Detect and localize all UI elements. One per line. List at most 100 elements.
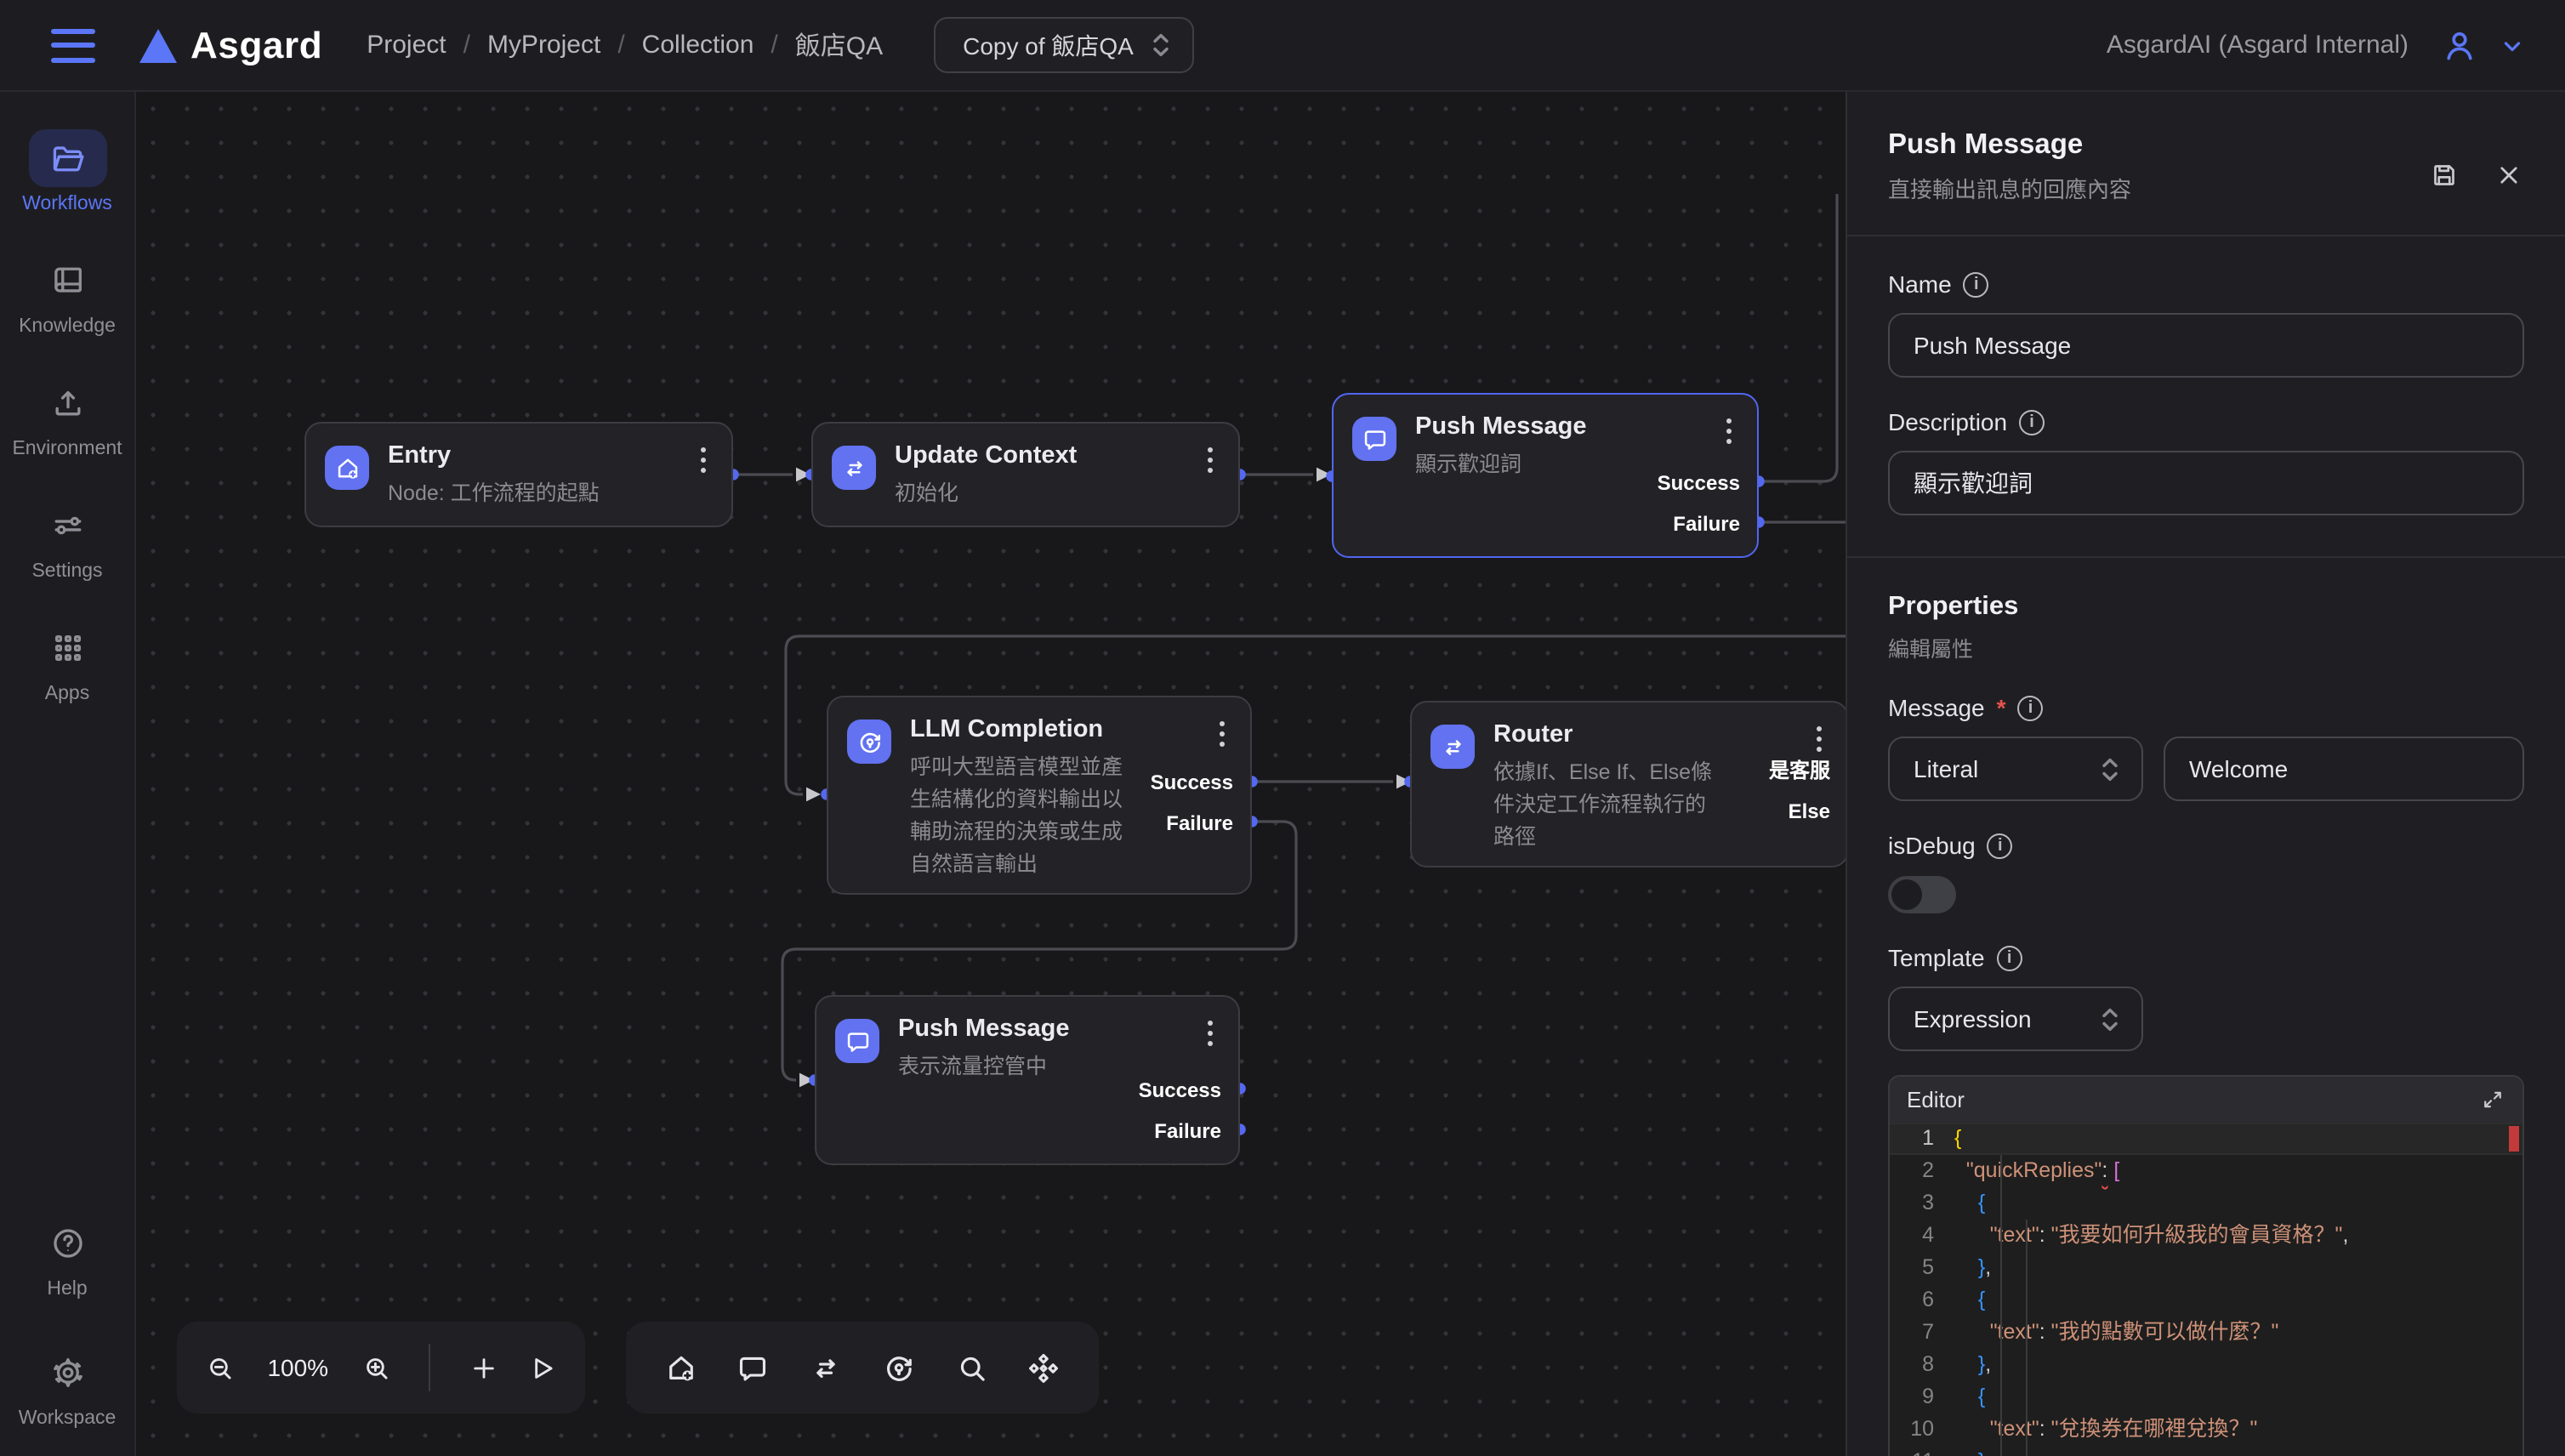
- node-ports: SuccessFailure: [1658, 463, 1740, 544]
- message-value-field[interactable]: Welcome: [2164, 737, 2524, 801]
- line-number: 6: [1890, 1284, 1954, 1317]
- editor-label: Editor: [1907, 1087, 1965, 1112]
- code-line[interactable]: 2 "quickReplies": [: [1890, 1155, 2522, 1187]
- gear-icon: [28, 1344, 106, 1402]
- chevron-down-icon[interactable]: [2497, 30, 2528, 60]
- node-menu-icon[interactable]: [1204, 444, 1216, 476]
- app-window: Asgard Project/MyProject/Collection/飯店QA…: [0, 0, 2565, 1456]
- sidebar-item-workspace[interactable]: Workspace: [6, 1344, 128, 1429]
- port-label[interactable]: Failure: [1658, 503, 1740, 544]
- line-number: 8: [1890, 1349, 1954, 1381]
- palette-chat-bubble-icon[interactable]: [736, 1350, 771, 1385]
- save-icon[interactable]: [2429, 160, 2460, 191]
- name-field[interactable]: Push Message: [1888, 313, 2524, 378]
- breadcrumb-item[interactable]: MyProject: [487, 31, 600, 60]
- palette-llm-icon[interactable]: [881, 1350, 917, 1385]
- code-area[interactable]: 1{2 "quickReplies": [3 {4 "text": "我要如何升…: [1890, 1123, 2522, 1456]
- port-label[interactable]: 是客服: [1769, 750, 1830, 791]
- zoom-level: 100%: [262, 1354, 333, 1381]
- breadcrumb-item[interactable]: Collection: [642, 31, 754, 60]
- node-subtitle: 初始化: [895, 478, 958, 510]
- port-label[interactable]: Success: [1658, 463, 1740, 503]
- info-icon[interactable]: i: [1964, 271, 1989, 297]
- upload-icon: [28, 374, 106, 432]
- palette-search-icon[interactable]: [953, 1350, 989, 1385]
- node-title: Update Context: [895, 442, 1077, 469]
- palette-swap-arrows-icon[interactable]: [808, 1350, 844, 1385]
- error-marker: [2509, 1126, 2519, 1152]
- sidebar-item-environment[interactable]: Environment: [6, 374, 128, 459]
- sidebar-item-settings[interactable]: Settings: [6, 497, 128, 582]
- user-icon[interactable]: [2439, 25, 2480, 65]
- sidebar-item-knowledge[interactable]: Knowledge: [6, 252, 128, 337]
- grid-dots-icon: [28, 619, 106, 677]
- workflow-node-push-message-2[interactable]: Push Message表示流量控管中SuccessFailure: [815, 995, 1240, 1165]
- node-ports: 是客服Else: [1769, 750, 1830, 832]
- port-label[interactable]: Success: [1151, 762, 1233, 803]
- code-line[interactable]: 4 "text": "我要如何升級我的會員資格？",: [1890, 1220, 2522, 1252]
- info-icon[interactable]: i: [2018, 695, 2044, 720]
- palette-move-diamonds-icon[interactable]: [1026, 1350, 1061, 1385]
- zoom-toolbar: 100%: [177, 1322, 585, 1413]
- info-icon[interactable]: i: [1988, 833, 2013, 858]
- code-line[interactable]: 5 },: [1890, 1252, 2522, 1284]
- help-icon: [28, 1214, 106, 1272]
- add-icon[interactable]: [468, 1351, 500, 1384]
- port-label[interactable]: Failure: [1151, 803, 1233, 844]
- line-number: 3: [1890, 1187, 1954, 1220]
- breadcrumb-item[interactable]: 飯店QA: [795, 27, 883, 63]
- zoom-in-icon[interactable]: [360, 1351, 392, 1384]
- code-line[interactable]: 9 {: [1890, 1381, 2522, 1413]
- node-menu-icon[interactable]: [1723, 415, 1735, 447]
- chevron-updown-icon: [2099, 754, 2121, 783]
- port-label[interactable]: Success: [1139, 1070, 1221, 1111]
- code-line[interactable]: 10 "text": "兌換券在哪裡兌換？": [1890, 1413, 2522, 1446]
- close-icon[interactable]: [2494, 160, 2524, 191]
- sidebar-item-label: Workspace: [19, 1408, 117, 1429]
- run-workflow-icon[interactable]: [526, 1351, 559, 1384]
- code-line[interactable]: 8 },: [1890, 1349, 2522, 1381]
- sidebar-item-help[interactable]: Help: [6, 1214, 128, 1300]
- breadcrumb-item[interactable]: Project: [367, 31, 446, 60]
- info-icon[interactable]: i: [2019, 409, 2045, 435]
- line-number: 4: [1890, 1220, 1954, 1252]
- node-menu-icon[interactable]: [1204, 1017, 1216, 1049]
- required-asterisk: *: [1997, 694, 2006, 721]
- breadcrumb[interactable]: Project/MyProject/Collection/飯店QA: [367, 27, 883, 63]
- description-field[interactable]: 顯示歡迎詞: [1888, 451, 2524, 515]
- workflow-node-push-message-1[interactable]: Push Message顯示歡迎詞SuccessFailure: [1332, 393, 1759, 558]
- expand-icon[interactable]: [2480, 1087, 2505, 1112]
- toolbar-divider: [429, 1344, 431, 1391]
- code-line[interactable]: 1{: [1890, 1123, 2522, 1155]
- code-line[interactable]: 7 "text": "我的點數可以做什麼？": [1890, 1317, 2522, 1349]
- sidebar-item-workflows[interactable]: Workflows: [6, 129, 128, 214]
- code-line[interactable]: 6 {: [1890, 1284, 2522, 1317]
- zoom-out-icon[interactable]: [203, 1351, 236, 1384]
- workflow-version-select[interactable]: Copy of 飯店QA: [934, 17, 1195, 73]
- node-title: LLM Completion: [910, 716, 1103, 743]
- sidebar-item-label: Environment: [12, 439, 122, 459]
- workflow-node-entry[interactable]: EntryNode: 工作流程的起點: [304, 422, 733, 527]
- workflow-node-llm-completion[interactable]: LLM Completion呼叫大型語言模型並產生結構化的資料輸出以輔助流程的決…: [827, 696, 1252, 895]
- workflow-node-update-context[interactable]: Update Context 初始化: [811, 422, 1240, 527]
- workflow-node-router[interactable]: Router依據If、Else If、Else條件決定工作流程執行的路徑是客服E…: [1410, 701, 1849, 867]
- node-subtitle: 顯示歡迎詞: [1415, 449, 1521, 481]
- node-menu-icon[interactable]: [697, 444, 709, 476]
- logo-text: Asgard: [191, 23, 322, 67]
- node-menu-icon[interactable]: [1216, 718, 1228, 750]
- code-editor: Editor 1{2 "quickReplies": [3 {4 "text":…: [1888, 1075, 2524, 1456]
- sidebar-item-apps[interactable]: Apps: [6, 619, 128, 704]
- message-type-select[interactable]: Literal: [1888, 737, 2143, 801]
- message-label: Message: [1888, 694, 1985, 721]
- port-label[interactable]: Failure: [1139, 1111, 1221, 1152]
- isdebug-toggle[interactable]: [1888, 876, 1956, 913]
- palette-home-plus-icon[interactable]: [663, 1350, 698, 1385]
- menu-icon[interactable]: [51, 28, 95, 62]
- line-number: 2: [1890, 1155, 1954, 1187]
- port-label[interactable]: Else: [1769, 791, 1830, 832]
- code-line[interactable]: 11 }: [1890, 1446, 2522, 1456]
- chevron-updown-icon: [1151, 31, 1173, 60]
- code-line[interactable]: 3 {: [1890, 1187, 2522, 1220]
- template-select[interactable]: Expression: [1888, 987, 2143, 1051]
- info-icon[interactable]: i: [1997, 945, 2022, 970]
